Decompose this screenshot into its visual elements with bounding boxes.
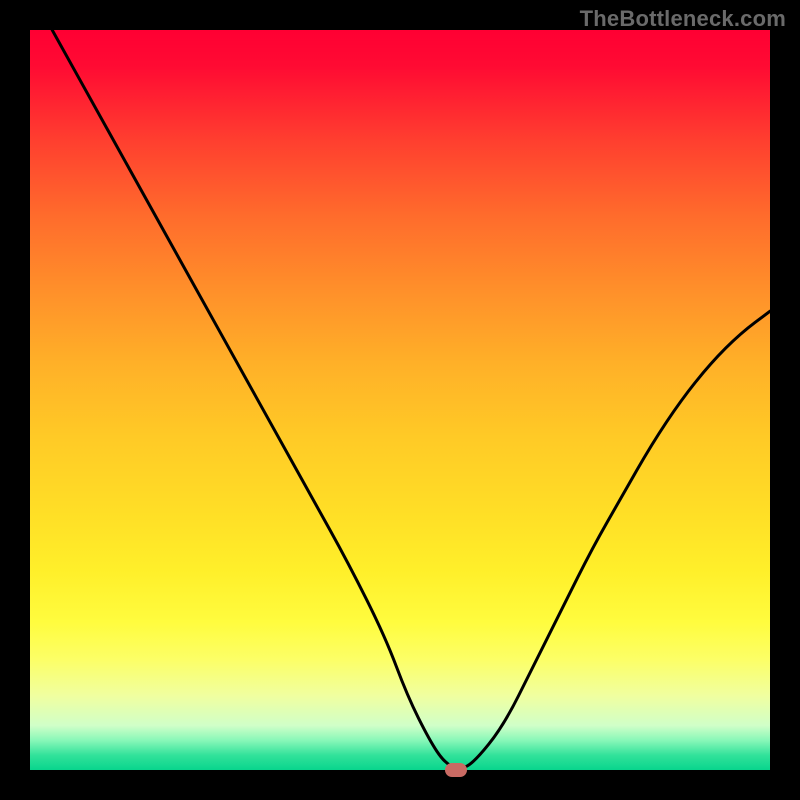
watermark: TheBottleneck.com: [580, 6, 786, 32]
optimal-point-marker: [445, 763, 467, 777]
plot-area: [30, 30, 770, 770]
bottleneck-curve: [30, 30, 770, 770]
chart-frame: TheBottleneck.com: [0, 0, 800, 800]
